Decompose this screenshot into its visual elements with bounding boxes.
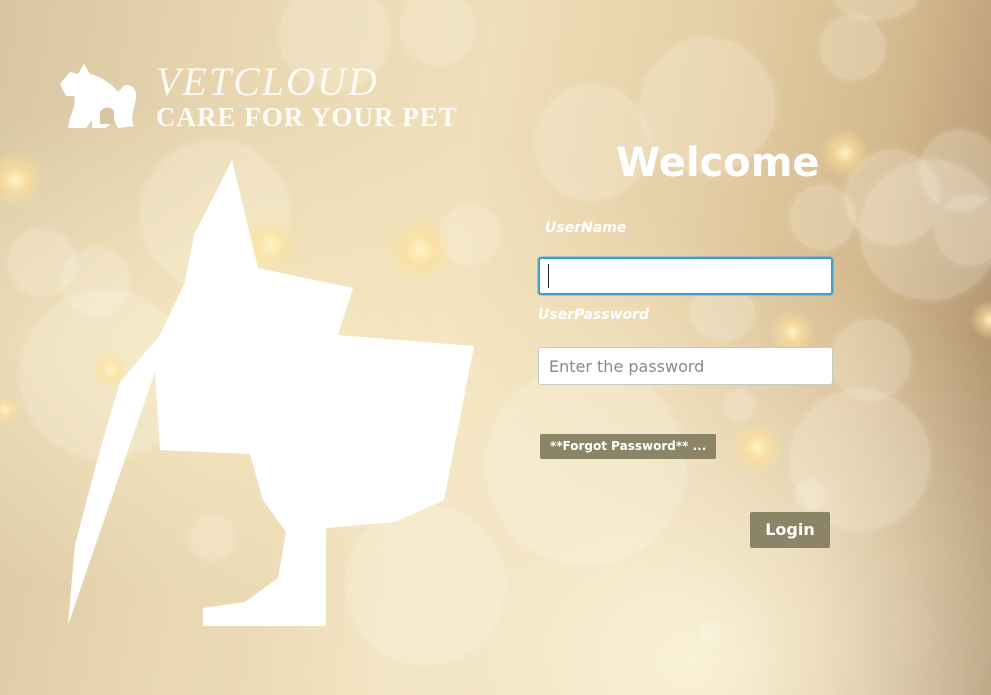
brand-tagline: CARE FOR YOUR PET <box>156 102 458 132</box>
username-label: UserName <box>545 220 627 236</box>
forgot-password-button[interactable]: **Forgot Password** ... <box>540 434 717 459</box>
text-cursor <box>548 264 549 288</box>
login-button[interactable]: Login <box>750 512 830 548</box>
password-label: UserPassword <box>538 307 650 323</box>
brand-name: VETCLOUD <box>156 59 379 104</box>
login-screen: VETCLOUD CARE FOR YOUR PET Welcome UserN… <box>0 0 991 695</box>
password-input[interactable] <box>538 347 833 385</box>
welcome-title: Welcome <box>616 140 820 186</box>
dog-and-cat-icon <box>60 64 137 128</box>
dog-silhouette-illustration <box>68 160 474 626</box>
username-input[interactable] <box>538 257 833 295</box>
